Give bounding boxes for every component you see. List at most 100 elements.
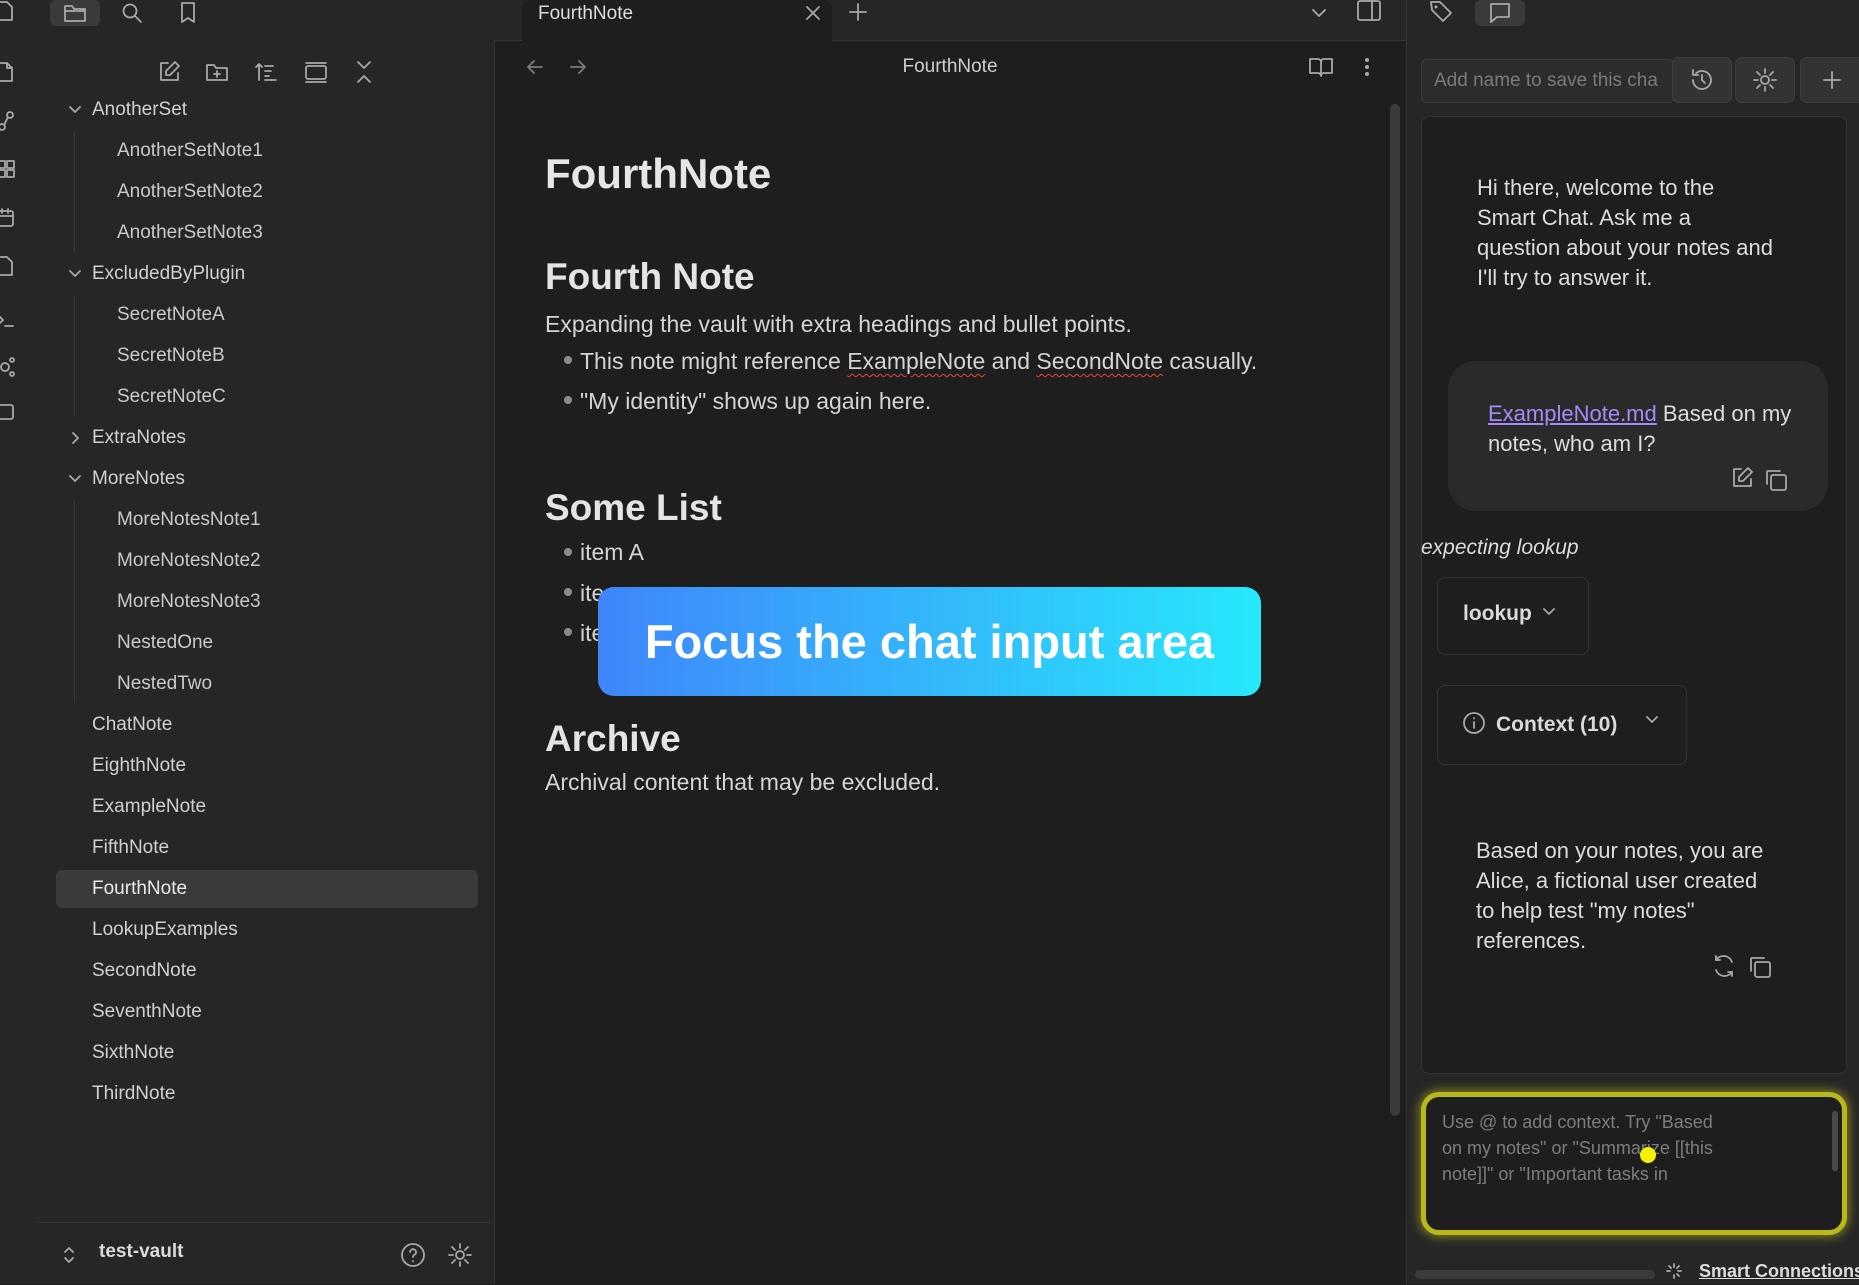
indent-guide bbox=[74, 296, 75, 416]
bookmarks-tab[interactable] bbox=[163, 0, 213, 26]
regenerate-icon[interactable] bbox=[1711, 953, 1737, 979]
templates-icon[interactable] bbox=[0, 255, 16, 277]
tree-file[interactable]: MoreNotesNote2 bbox=[37, 542, 477, 580]
chat-name-input[interactable]: Add name to save this cha bbox=[1421, 59, 1675, 103]
lookup-label: lookup bbox=[1463, 602, 1532, 625]
slides-icon[interactable] bbox=[0, 401, 16, 423]
tree-file[interactable]: ChatNote bbox=[37, 706, 477, 744]
terminal-icon[interactable] bbox=[0, 309, 16, 331]
tree-folder[interactable]: ExtraNotes bbox=[37, 419, 477, 457]
plugin-network-icon[interactable] bbox=[0, 356, 16, 378]
new-folder-icon[interactable] bbox=[204, 59, 230, 85]
tree-file[interactable]: FourthNote bbox=[56, 870, 478, 908]
help-icon[interactable] bbox=[400, 1242, 426, 1268]
link-secondnote[interactable]: SecondNote bbox=[1036, 348, 1163, 374]
collapse-all-icon[interactable] bbox=[351, 59, 377, 85]
chevron-down-icon bbox=[1543, 608, 1555, 615]
tree-file[interactable]: SecretNoteB bbox=[37, 337, 477, 375]
tree-file[interactable]: ThirdNote bbox=[37, 1075, 477, 1113]
reading-view-book-icon[interactable] bbox=[1308, 56, 1334, 78]
tab-list-chevron-down-icon[interactable] bbox=[1310, 4, 1328, 22]
tree-item-label: MoreNotesNote2 bbox=[117, 550, 261, 571]
view-header-title[interactable]: FourthNote bbox=[494, 56, 1406, 78]
graph-view-icon[interactable] bbox=[0, 110, 16, 132]
chevron-down-icon[interactable] bbox=[67, 471, 83, 487]
chat-settings-button[interactable] bbox=[1735, 57, 1795, 103]
chevron-down-icon[interactable] bbox=[67, 102, 83, 118]
vault-name[interactable]: test-vault bbox=[99, 1241, 183, 1263]
instruction-overlay: Focus the chat input area bbox=[598, 587, 1261, 696]
calendar-icon[interactable] bbox=[0, 207, 16, 229]
tree-file[interactable]: MoreNotesNote3 bbox=[37, 583, 477, 621]
tree-file[interactable]: NestedTwo bbox=[37, 665, 477, 703]
new-chat-button[interactable] bbox=[1800, 57, 1859, 103]
tree-file[interactable]: SeventhNote bbox=[37, 993, 477, 1031]
smart-connections-link[interactable]: Smart Connections bbox=[1699, 1261, 1859, 1282]
tree-file[interactable]: NestedOne bbox=[37, 624, 477, 662]
more-options-icon[interactable] bbox=[1362, 56, 1372, 78]
chat-history-button[interactable] bbox=[1672, 57, 1732, 103]
tree-file[interactable]: ExampleNote bbox=[37, 788, 477, 826]
tree-file[interactable]: AnotherSetNote1 bbox=[37, 132, 477, 170]
tab-fourthnote[interactable]: FourthNote bbox=[522, 0, 832, 41]
tags-icon[interactable] bbox=[1429, 0, 1455, 22]
bullet-marker bbox=[564, 356, 572, 364]
chevron-up-down-icon[interactable] bbox=[62, 1245, 76, 1265]
indent-guide bbox=[74, 132, 75, 252]
tree-folder[interactable]: ExcludedByPlugin bbox=[37, 255, 477, 293]
user-message-text: ExampleNote.md Based on my notes, who am… bbox=[1488, 401, 1792, 456]
lookup-dropdown[interactable]: lookup bbox=[1437, 577, 1589, 655]
tree-file[interactable]: MoreNotesNote1 bbox=[37, 501, 477, 539]
smart-chat-tab[interactable] bbox=[1475, 0, 1525, 26]
context-dropdown[interactable]: Context (10) bbox=[1437, 685, 1687, 765]
tree-item-label: LookupExamples bbox=[92, 919, 238, 940]
smart-connections-icon bbox=[1666, 1263, 1682, 1279]
tree-folder[interactable]: AnotherSet bbox=[37, 91, 477, 129]
vault-switcher: test-vault bbox=[37, 1222, 494, 1285]
tree-file[interactable]: AnotherSetNote2 bbox=[37, 173, 477, 211]
bullet-marker bbox=[564, 396, 572, 404]
canvas-icon[interactable] bbox=[0, 158, 16, 180]
note-scrollbar[interactable] bbox=[1390, 104, 1400, 1116]
paragraph-archive: Archival content that may be excluded. bbox=[545, 769, 941, 795]
chevron-down-icon[interactable] bbox=[67, 266, 83, 282]
tree-file[interactable]: EighthNote bbox=[37, 747, 477, 785]
close-icon[interactable] bbox=[804, 4, 822, 22]
new-note-icon[interactable] bbox=[0, 61, 16, 83]
tree-file[interactable]: LookupExamples bbox=[37, 911, 477, 949]
link-examplenote[interactable]: ExampleNote bbox=[847, 348, 985, 374]
tree-item-label: AnotherSetNote2 bbox=[117, 181, 263, 202]
new-note-icon[interactable] bbox=[156, 59, 182, 85]
tree-file[interactable]: SixthNote bbox=[37, 1034, 477, 1072]
tree-item-label: SixthNote bbox=[92, 1042, 175, 1063]
toggle-right-sidebar-icon[interactable] bbox=[1356, 0, 1382, 22]
tree-file[interactable]: AnotherSetNote3 bbox=[37, 214, 477, 252]
heading-fourth-note: Fourth Note bbox=[545, 256, 755, 297]
context-link-examplenote[interactable]: ExampleNote.md bbox=[1488, 401, 1657, 426]
tree-file[interactable]: SecondNote bbox=[37, 952, 477, 990]
ribbon bbox=[0, 0, 38, 1284]
tree-item-label: ExtraNotes bbox=[92, 427, 186, 448]
tree-file[interactable]: FifthNote bbox=[37, 829, 477, 867]
chat-input-scrollbar[interactable] bbox=[1832, 1111, 1838, 1171]
tree-item-label: SecretNoteC bbox=[117, 386, 226, 407]
bullet-marker bbox=[564, 588, 572, 596]
chevron-right-icon[interactable] bbox=[67, 430, 83, 446]
new-tab-plus-icon[interactable] bbox=[848, 2, 868, 22]
copy-icon[interactable] bbox=[1747, 954, 1773, 980]
sort-icon[interactable] bbox=[253, 59, 279, 85]
search-tab[interactable] bbox=[107, 0, 157, 26]
chat-input[interactable]: Use @ to add context. Try "Based on my n… bbox=[1421, 1092, 1847, 1235]
files-tab[interactable] bbox=[50, 0, 100, 26]
auto-reveal-icon[interactable] bbox=[303, 59, 329, 85]
tree-file[interactable]: SecretNoteA bbox=[37, 296, 477, 334]
edit-message-icon[interactable] bbox=[1729, 465, 1755, 491]
tree-item-label: FourthNote bbox=[92, 878, 188, 899]
tree-folder[interactable]: MoreNotes bbox=[37, 460, 477, 498]
settings-gear-icon[interactable] bbox=[447, 1242, 473, 1268]
panel-horizontal-scrollbar[interactable] bbox=[1415, 1270, 1655, 1279]
file-icon[interactable] bbox=[0, 0, 16, 22]
copy-icon[interactable] bbox=[1763, 467, 1789, 493]
tree-file[interactable]: SecretNoteC bbox=[37, 378, 477, 416]
tree-item-label: ChatNote bbox=[92, 714, 173, 735]
